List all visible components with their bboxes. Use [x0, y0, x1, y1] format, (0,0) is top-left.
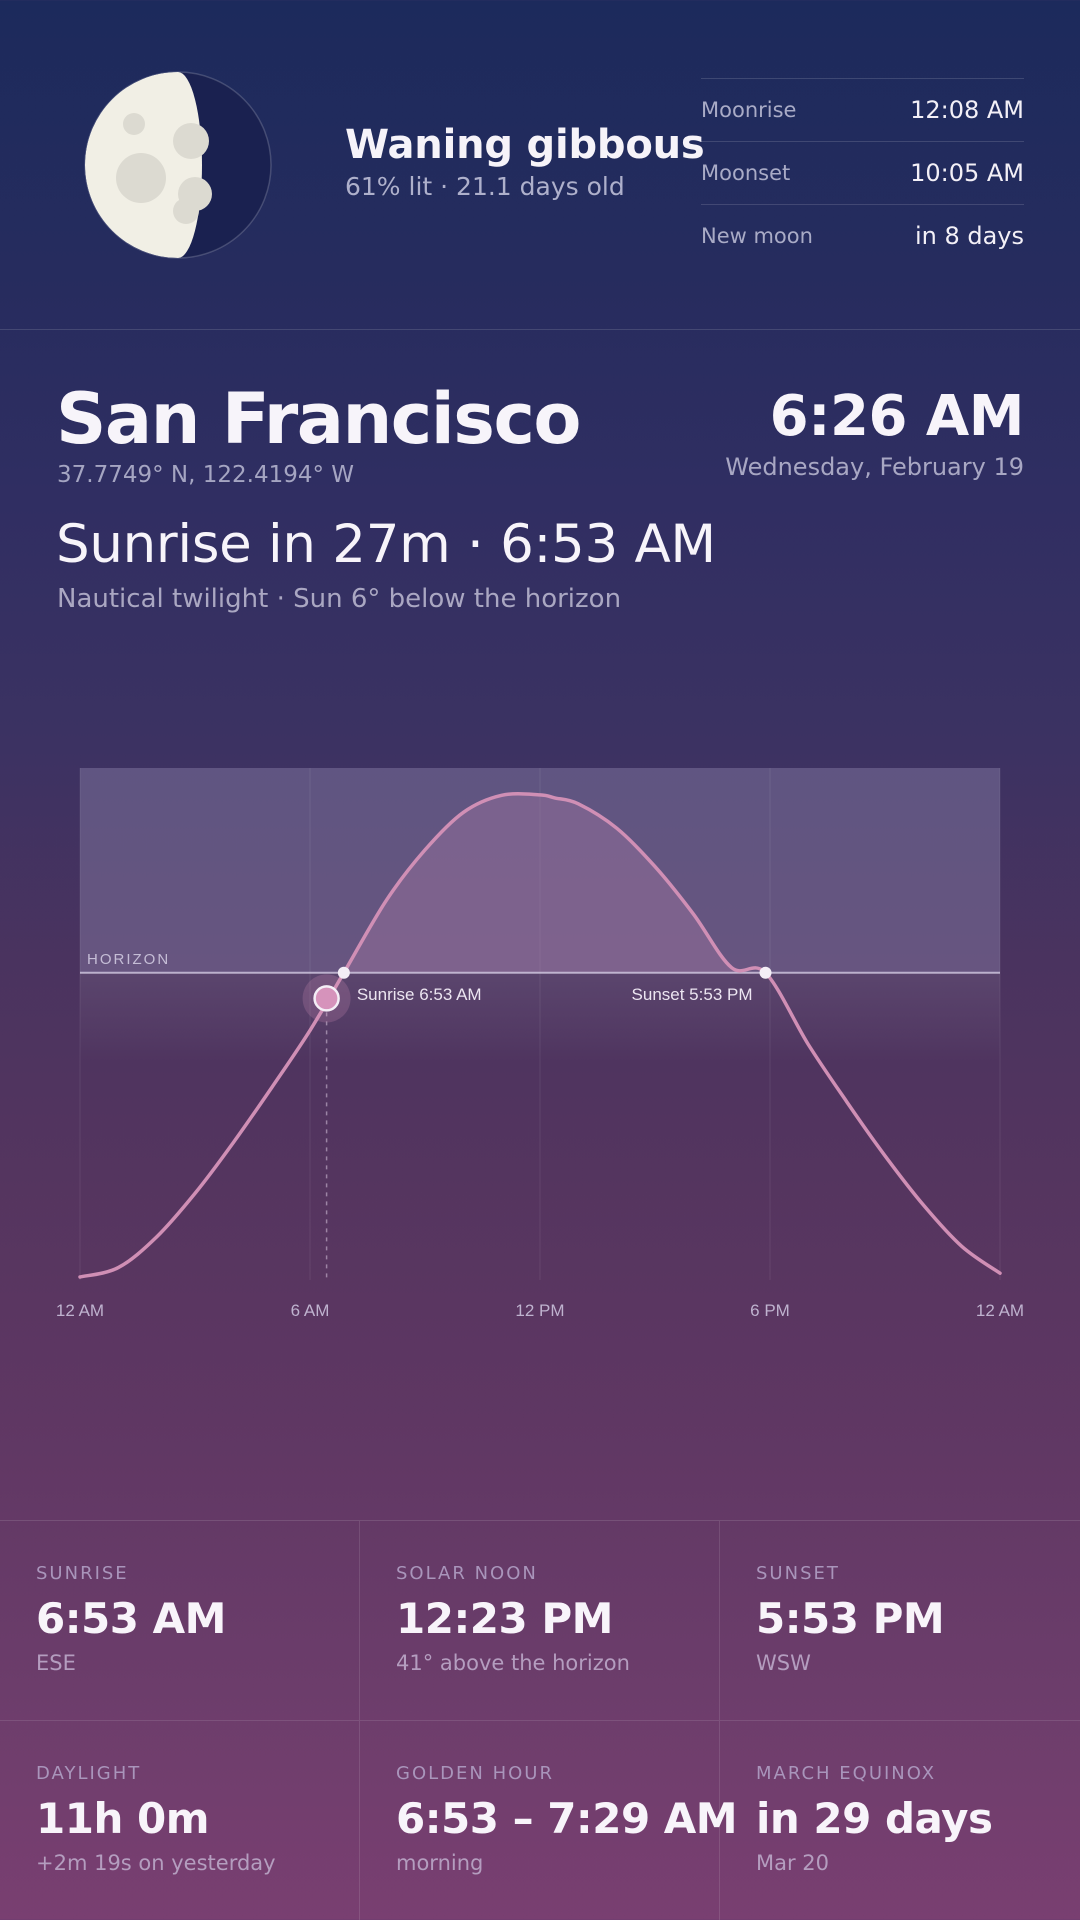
- stat-detail: morning: [396, 1851, 484, 1875]
- stat-label: March equinox: [756, 1763, 937, 1784]
- moon-panel: Waning gibbous 61% lit · 21.1 days old M…: [0, 0, 1080, 330]
- x-tick-label: 12 AM: [976, 1301, 1024, 1320]
- stat-daylight: Daylight 11h 0m +2m 19s on yesterday: [0, 1721, 360, 1920]
- moon-phase-icon: [84, 71, 272, 259]
- moon-event-value: 12:08 AM: [910, 96, 1024, 124]
- sunrise-chart-label: Sunrise 6:53 AM: [357, 985, 482, 1004]
- sunrise-countdown: Sunrise in 27m · 6:53 AM: [56, 514, 716, 575]
- stat-value: 6:53 AM: [36, 1594, 226, 1643]
- stat-sunrise: Sunrise 6:53 AM ESE: [0, 1521, 360, 1721]
- coordinates: 37.7749° N, 122.4194° W: [57, 462, 355, 488]
- sun-path-chart-svg: HORIZON Sunrise 6:53 AM Sunset 5:53 PM 1…: [56, 768, 1024, 1320]
- stat-label: Golden hour: [396, 1763, 554, 1784]
- stat-label: Solar noon: [396, 1563, 538, 1584]
- sun-stats-grid: Sunrise 6:53 AM ESE Solar noon 12:23 PM …: [0, 1520, 1080, 1920]
- stat-golden-hour: Golden hour 6:53 – 7:29 AM morning: [360, 1721, 738, 1920]
- x-tick-label: 6 PM: [750, 1301, 790, 1320]
- stat-label: Sunrise: [36, 1563, 129, 1584]
- horizon-label: HORIZON: [87, 951, 170, 968]
- moon-event-label: Moonrise: [701, 98, 797, 122]
- moon-phase-name: Waning gibbous: [345, 122, 705, 168]
- stat-value: 11h 0m: [36, 1794, 209, 1843]
- stat-detail: 41° above the horizon: [396, 1651, 630, 1675]
- stat-solar-noon: Solar noon 12:23 PM 41° above the horizo…: [360, 1521, 720, 1721]
- sunset-point: [759, 966, 772, 979]
- stat-value: in 29 days: [756, 1794, 993, 1843]
- twilight-status: Nautical twilight · Sun 6° below the hor…: [57, 584, 622, 614]
- moon-event-moonset: Moonset 10:05 AM: [701, 141, 1024, 204]
- x-tick-label: 12 AM: [56, 1301, 104, 1320]
- current-date: Wednesday, February 19: [725, 453, 1024, 481]
- moon-event-label: New moon: [701, 224, 813, 248]
- x-tick-label: 12 PM: [515, 1301, 564, 1320]
- moon-event-label: Moonset: [701, 161, 791, 185]
- moon-event-value: 10:05 AM: [910, 159, 1024, 187]
- current-sun-marker: [313, 985, 340, 1012]
- stat-label: Sunset: [756, 1563, 840, 1584]
- stat-value: 5:53 PM: [756, 1594, 945, 1643]
- city-name: San Francisco: [56, 378, 582, 460]
- moon-events-list: Moonrise 12:08 AM Moonset 10:05 AM New m…: [701, 78, 1024, 267]
- moon-event-value: in 8 days: [914, 222, 1024, 250]
- moon-phase-detail: 61% lit · 21.1 days old: [345, 172, 625, 201]
- stat-value: 12:23 PM: [396, 1594, 613, 1643]
- stat-detail: ESE: [36, 1651, 76, 1675]
- moon-phase-info: Waning gibbous 61% lit · 21.1 days old: [345, 122, 705, 201]
- sunset-chart-label: Sunset 5:53 PM: [632, 985, 753, 1004]
- stat-detail: WSW: [756, 1651, 811, 1675]
- stat-march-equinox: March equinox in 29 days Mar 20: [720, 1721, 1080, 1920]
- sun-path-chart: HORIZON Sunrise 6:53 AM Sunset 5:53 PM 1…: [0, 740, 1080, 1360]
- x-axis-ticks: 12 AM 6 AM 12 PM 6 PM 12 AM: [56, 1301, 1024, 1320]
- moon-event-new-moon: New moon in 8 days: [701, 204, 1024, 267]
- x-tick-label: 6 AM: [291, 1301, 330, 1320]
- stat-label: Daylight: [36, 1763, 142, 1784]
- stat-value: 6:53 – 7:29 AM: [396, 1794, 738, 1843]
- sunrise-point: [337, 966, 350, 979]
- stat-detail: +2m 19s on yesterday: [36, 1851, 276, 1875]
- stat-detail: Mar 20: [756, 1851, 830, 1875]
- current-time: 6:26 AM: [769, 384, 1025, 449]
- stat-sunset: Sunset 5:53 PM WSW: [720, 1521, 1080, 1721]
- moon-event-moonrise: Moonrise 12:08 AM: [701, 78, 1024, 141]
